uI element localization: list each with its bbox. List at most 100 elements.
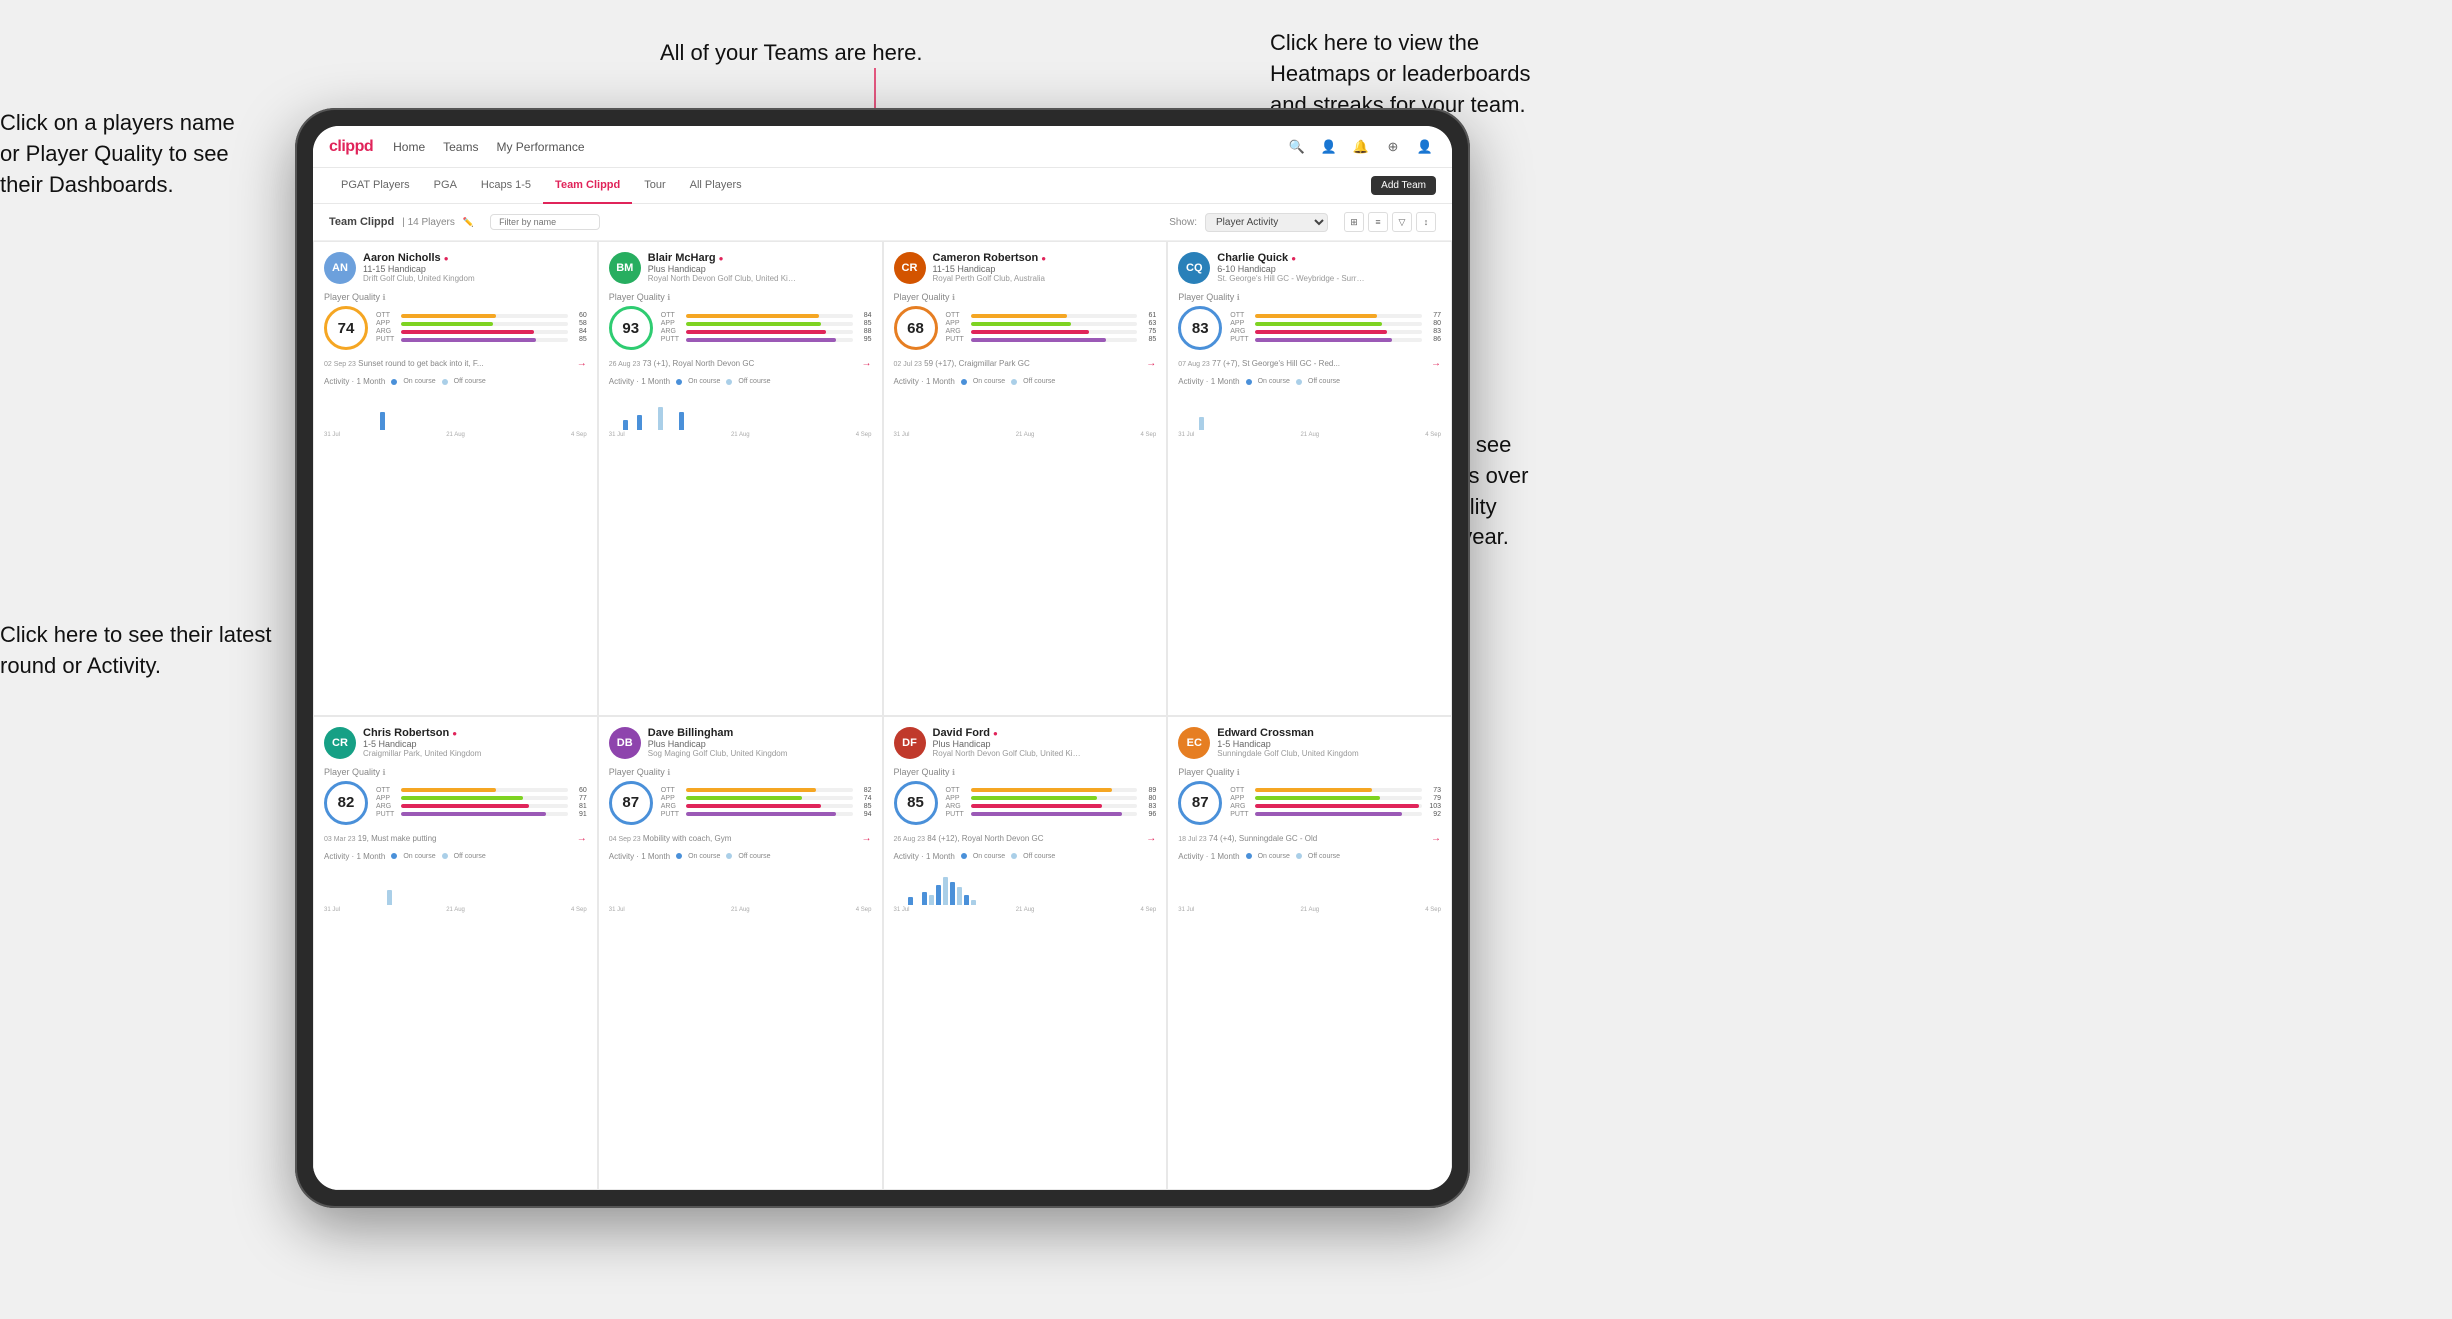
mini-chart [894, 386, 1157, 430]
player-name[interactable]: Edward Crossman [1217, 727, 1441, 739]
quality-section[interactable]: 82 OTT 60 APP 77 ARG [324, 781, 587, 825]
player-name[interactable]: Charlie Quick ● [1217, 252, 1441, 264]
date-start: 31 Jul [1178, 432, 1194, 438]
date-mid: 21 Aug [731, 907, 750, 913]
tab-team-clippd[interactable]: Team Clippd [543, 168, 632, 204]
tab-hcaps[interactable]: Hcaps 1-5 [469, 168, 543, 204]
quality-section[interactable]: 87 OTT 73 APP 79 ARG [1178, 781, 1441, 825]
stat-value: 86 [1425, 336, 1441, 343]
player-card[interactable]: CQ Charlie Quick ● 6-10 Handicap St. Geo… [1167, 241, 1452, 716]
round-arrow[interactable]: → [1146, 358, 1156, 369]
activity-bar [964, 895, 969, 905]
quality-circle[interactable]: 87 [1178, 781, 1222, 825]
quality-section[interactable]: 93 OTT 84 APP 85 ARG [609, 306, 872, 350]
stat-label: OTT [946, 787, 968, 794]
stat-label: PUTT [1230, 336, 1252, 343]
round-arrow[interactable]: → [1431, 358, 1441, 369]
quality-bars: OTT 60 APP 58 ARG 84 PU [376, 312, 587, 344]
quality-bars: OTT 89 APP 80 ARG 83 PU [946, 787, 1157, 819]
player-card[interactable]: DF David Ford ● Plus Handicap Royal Nort… [883, 716, 1168, 1191]
round-arrow[interactable]: → [1431, 833, 1441, 844]
stat-label: PUTT [661, 811, 683, 818]
player-header: CR Chris Robertson ● 1-5 Handicap Craigm… [324, 727, 587, 759]
player-header: CQ Charlie Quick ● 6-10 Handicap St. Geo… [1178, 252, 1441, 284]
chart-dates: 31 Jul 21 Aug 4 Sep [609, 432, 872, 438]
off-course-dot [442, 853, 448, 859]
stat-bar-container [401, 330, 568, 334]
nav-performance[interactable]: My Performance [496, 140, 584, 154]
round-text: 02 Sep 23 Sunset round to get back into … [324, 359, 484, 368]
quality-circle[interactable]: 74 [324, 306, 368, 350]
team-search-input[interactable] [490, 214, 600, 230]
bell-icon[interactable]: 🔔 [1350, 136, 1372, 158]
stat-bar-container [971, 812, 1138, 816]
round-info: 18 Jul 23 74 (+4), Sunningdale GC - Old … [1178, 833, 1441, 844]
player-name[interactable]: Blair McHarg ● [648, 252, 872, 264]
player-card[interactable]: AN Aaron Nicholls ● 11-15 Handicap Drift… [313, 241, 598, 716]
quality-circle[interactable]: 85 [894, 781, 938, 825]
quality-section-label: Player Quality ℹ [894, 767, 1157, 777]
grid-view-icon[interactable]: ⊞ [1344, 212, 1364, 232]
add-team-button[interactable]: Add Team [1371, 176, 1436, 195]
tab-tour[interactable]: Tour [632, 168, 677, 204]
activity-title: Activity · 1 Month [324, 852, 385, 861]
quality-section[interactable]: 83 OTT 77 APP 80 ARG [1178, 306, 1441, 350]
quality-section[interactable]: 87 OTT 82 APP 74 ARG [609, 781, 872, 825]
player-name[interactable]: Dave Billingham [648, 727, 872, 739]
settings-icon[interactable]: ⊕ [1382, 136, 1404, 158]
player-card[interactable]: BM Blair McHarg ● Plus Handicap Royal No… [598, 241, 883, 716]
quality-circle[interactable]: 83 [1178, 306, 1222, 350]
stat-bar [686, 812, 836, 816]
user-icon[interactable]: 👤 [1318, 136, 1340, 158]
round-arrow[interactable]: → [862, 358, 872, 369]
player-name[interactable]: Aaron Nicholls ● [363, 252, 587, 264]
player-card[interactable]: DB Dave Billingham Plus Handicap Sog Mag… [598, 716, 883, 1191]
stat-bar-container [1255, 788, 1422, 792]
player-card[interactable]: CR Chris Robertson ● 1-5 Handicap Craigm… [313, 716, 598, 1191]
stat-label: ARG [376, 803, 398, 810]
off-course-label: Off course [1308, 378, 1340, 385]
nav-teams[interactable]: Teams [443, 140, 478, 154]
stat-label: OTT [376, 312, 398, 319]
quality-circle[interactable]: 87 [609, 781, 653, 825]
quality-circle[interactable]: 93 [609, 306, 653, 350]
off-course-label: Off course [738, 853, 770, 860]
activity-title: Activity · 1 Month [609, 852, 670, 861]
player-name[interactable]: Cameron Robertson ● [933, 252, 1157, 264]
nav-home[interactable]: Home [393, 140, 425, 154]
date-end: 4 Sep [571, 907, 587, 913]
show-select[interactable]: Player Activity Quality Score Trend [1205, 213, 1328, 232]
sort-icon[interactable]: ↕ [1416, 212, 1436, 232]
stat-bar [686, 338, 836, 342]
stat-value: 79 [1425, 795, 1441, 802]
stat-label: APP [1230, 795, 1252, 802]
quality-section[interactable]: 85 OTT 89 APP 80 ARG [894, 781, 1157, 825]
edit-icon[interactable]: ✏️ [463, 217, 474, 228]
round-arrow[interactable]: → [577, 833, 587, 844]
stat-bar-container [401, 804, 568, 808]
search-icon[interactable]: 🔍 [1286, 136, 1308, 158]
list-view-icon[interactable]: ≡ [1368, 212, 1388, 232]
round-arrow[interactable]: → [1146, 833, 1156, 844]
quality-circle[interactable]: 82 [324, 781, 368, 825]
avatar-icon[interactable]: 👤 [1414, 136, 1436, 158]
tab-pga[interactable]: PGA [422, 168, 469, 204]
player-card[interactable]: EC Edward Crossman 1-5 Handicap Sunningd… [1167, 716, 1452, 1191]
quality-section[interactable]: 68 OTT 61 APP 63 ARG [894, 306, 1157, 350]
round-arrow[interactable]: → [577, 358, 587, 369]
tab-pgat[interactable]: PGAT Players [329, 168, 422, 204]
player-name[interactable]: Chris Robertson ● [363, 727, 587, 739]
player-handicap: Plus Handicap [648, 739, 872, 749]
player-card[interactable]: CR Cameron Robertson ● 11-15 Handicap Ro… [883, 241, 1168, 716]
quality-circle[interactable]: 68 [894, 306, 938, 350]
quality-section[interactable]: 74 OTT 60 APP 58 ARG [324, 306, 587, 350]
date-end: 4 Sep [856, 907, 872, 913]
stat-bar-container [401, 788, 568, 792]
filter-icon[interactable]: ▽ [1392, 212, 1412, 232]
stat-bar [971, 338, 1106, 342]
tab-all-players[interactable]: All Players [678, 168, 754, 204]
round-arrow[interactable]: → [862, 833, 872, 844]
activity-section: Activity · 1 Month On course Off course … [609, 377, 872, 438]
player-name[interactable]: David Ford ● [933, 727, 1157, 739]
stat-label: APP [1230, 320, 1252, 327]
